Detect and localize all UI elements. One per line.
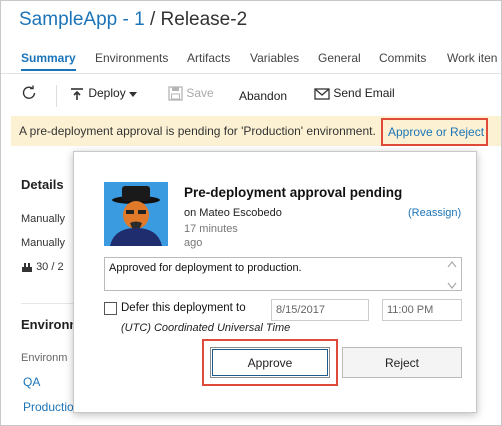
toolbar-divider — [56, 85, 57, 107]
timezone-label: (UTC) Coordinated Universal Time — [121, 322, 291, 334]
approval-dialog: Pre-deployment approval pending on Mateo… — [73, 151, 477, 413]
build-icon — [22, 263, 32, 273]
toolbar: Deploy Save Abandon Send Email — [1, 83, 501, 109]
deploy-button[interactable]: Deploy — [69, 86, 138, 102]
environments-heading: Environn — [21, 317, 78, 332]
environment-link-qa[interactable]: QA — [23, 375, 40, 389]
page-title: SampleApp - 1 / Release-2 — [19, 9, 247, 31]
deploy-label: Deploy — [88, 86, 126, 101]
approve-button[interactable]: Approve — [210, 347, 330, 378]
approve-button-highlight: Approve — [202, 339, 338, 386]
avatar — [104, 182, 168, 246]
tab-general[interactable]: General — [318, 51, 361, 65]
tab-environments[interactable]: Environments — [95, 51, 168, 65]
tab-work-items[interactable]: Work iten — [447, 51, 497, 65]
details-heading: Details — [21, 177, 64, 192]
save-label: Save — [186, 86, 214, 100]
release-name: Release-2 — [160, 9, 248, 30]
comment-scrollbar[interactable] — [446, 260, 458, 290]
app-name-link[interactable]: SampleApp - 1 — [19, 9, 145, 30]
tab-variables[interactable]: Variables — [250, 51, 299, 65]
abandon-button[interactable]: Abandon — [239, 89, 287, 103]
reject-button[interactable]: Reject — [342, 347, 462, 378]
notification-message: A pre-deployment approval is pending for… — [19, 124, 376, 138]
send-email-label: Send Email — [333, 86, 395, 100]
send-email-button[interactable]: Send Email — [314, 86, 395, 100]
title-separator: / — [149, 9, 156, 30]
defer-checkbox[interactable] — [104, 302, 117, 315]
reassign-link[interactable]: (Reassign) — [408, 207, 461, 219]
section-divider — [21, 303, 81, 304]
deploy-icon — [71, 88, 83, 100]
build-count: 30 / 2 — [36, 261, 64, 273]
environments-subheading: Environm — [21, 352, 68, 364]
refresh-icon[interactable] — [21, 85, 37, 101]
defer-label: Defer this deployment to — [121, 302, 246, 314]
environment-link-production[interactable]: Productio — [23, 400, 74, 414]
tab-bar: Summary Environments Artifacts Variables… — [1, 51, 501, 73]
approver-name: on Mateo Escobedo — [184, 207, 282, 219]
approval-time: 17 minutes ago — [184, 223, 238, 249]
details-build-info: 30 / 2 — [21, 261, 64, 273]
tab-summary[interactable]: Summary — [21, 51, 76, 71]
save-button[interactable]: Save — [168, 86, 214, 101]
save-icon — [168, 86, 183, 101]
defer-time-input[interactable] — [382, 299, 462, 321]
mail-icon — [314, 88, 330, 100]
defer-date-input[interactable] — [271, 299, 369, 321]
details-line-1: Manually — [21, 213, 66, 225]
tab-artifacts[interactable]: Artifacts — [187, 51, 230, 65]
release-summary-window: SampleApp - 1 / Release-2 Summary Enviro… — [0, 0, 502, 426]
approve-or-reject-link[interactable]: Approve or Reject — [381, 118, 488, 146]
details-line-2: Manually — [21, 237, 66, 249]
tabs-divider — [1, 73, 501, 74]
tab-commits[interactable]: Commits — [379, 51, 426, 65]
chevron-down-icon — [129, 92, 138, 97]
approval-title: Pre-deployment approval pending — [184, 185, 403, 200]
approval-comment-input[interactable]: Approved for deployment to production. — [104, 257, 462, 291]
